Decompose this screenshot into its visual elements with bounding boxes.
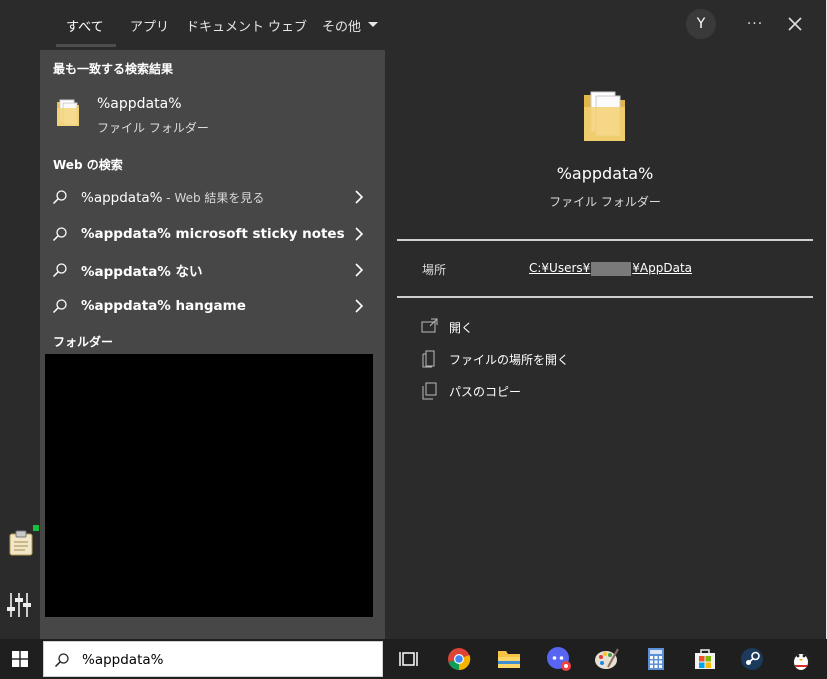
search-icon [52, 299, 67, 314]
web-item-query: %appdata% [81, 189, 163, 206]
chrome-icon[interactable] [444, 644, 474, 674]
open-icon [421, 318, 438, 333]
chevron-right-icon [355, 263, 364, 277]
taskbar-search-input[interactable]: %appdata% [43, 641, 383, 677]
search-icon [52, 263, 67, 278]
detail-title: %appdata% [556, 164, 654, 183]
search-icon [52, 227, 67, 242]
tab-documents[interactable]: ドキュメント [186, 0, 264, 50]
windows-icon [12, 651, 28, 667]
web-item-query: %appdata% ない [81, 264, 203, 280]
open-action[interactable]: 開く [421, 313, 801, 341]
location-label: 場所 [422, 263, 447, 277]
best-match-subtitle: ファイル フォルダー [97, 121, 209, 135]
copy-path-label: パスのコピー [449, 384, 522, 399]
detail-subtitle: ファイル フォルダー [549, 195, 661, 209]
divider [397, 239, 813, 241]
open-action-label: 開く [449, 320, 474, 335]
web-search-item[interactable]: %appdata% microsoft sticky notes [40, 216, 385, 252]
store-icon[interactable] [690, 644, 720, 674]
open-file-location-action[interactable]: ファイルの場所を開く [421, 345, 801, 373]
active-tab-indicator [56, 44, 116, 47]
web-search-heading: Web の検索 [53, 158, 123, 172]
best-match-title: %appdata% [97, 96, 182, 112]
search-icon [54, 653, 69, 668]
results-panel: 最も一致する検索結果 %appdata% ファイル フォルダー Web の検索 … [40, 50, 385, 639]
copy-path-icon [422, 382, 437, 400]
divider [397, 296, 813, 298]
web-search-item[interactable]: %appdata% ない [40, 252, 385, 288]
tab-apps[interactable]: アプリ [130, 0, 169, 50]
clipboard-icon[interactable] [6, 525, 39, 558]
discord-icon[interactable] [544, 644, 574, 674]
search-icon [52, 190, 67, 205]
chevron-right-icon [355, 227, 364, 241]
web-item-query: %appdata% hangame [81, 298, 246, 314]
tab-more-label: その他 [322, 19, 362, 35]
screen: すべて アプリ ドキュメント ウェブ その他 Y ··· 最も一致する検索結果 [0, 0, 827, 679]
avatar[interactable]: Y [686, 9, 716, 39]
close-button[interactable] [780, 9, 810, 39]
best-match-heading: 最も一致する検索結果 [53, 62, 174, 76]
folder-icon [57, 99, 79, 126]
web-search-item[interactable]: %appdata% hangame [40, 288, 385, 324]
best-match-item[interactable]: %appdata% ファイル フォルダー [40, 88, 385, 138]
location-link[interactable]: C:¥Users¥ ¥AppData [529, 261, 692, 276]
search-header: すべて アプリ ドキュメント ウェブ その他 Y ··· [40, 0, 826, 50]
chevron-down-icon [368, 22, 379, 27]
open-file-location-label: ファイルの場所を開く [449, 352, 570, 367]
penguin-app-icon[interactable] [786, 644, 816, 674]
redacted-username [591, 261, 632, 276]
more-options-button[interactable]: ··· [740, 9, 770, 39]
search-value: %appdata% [82, 652, 164, 668]
web-item-suffix: - Web 結果を見る [162, 190, 265, 205]
location-prefix: C:¥Users¥ [529, 261, 591, 275]
start-button[interactable] [4, 644, 36, 674]
detail-pane: %appdata% ファイル フォルダー 場所 C:¥Users¥ ¥AppDat… [397, 63, 813, 639]
chevron-right-icon [355, 190, 364, 204]
close-icon [788, 17, 802, 31]
mixer-icon[interactable] [6, 590, 36, 620]
task-view-icon[interactable] [394, 644, 424, 674]
file-explorer-icon[interactable] [494, 644, 524, 674]
calculator-icon[interactable] [641, 644, 671, 674]
web-search-item[interactable]: %appdata% - Web 結果を見る [40, 179, 385, 215]
steam-icon[interactable] [737, 644, 767, 674]
copy-path-action[interactable]: パスのコピー [421, 377, 801, 405]
chevron-right-icon [355, 299, 364, 313]
tab-all[interactable]: すべて [66, 0, 104, 50]
file-location-icon [422, 350, 435, 368]
redacted-folder-results [45, 354, 373, 617]
search-window: すべて アプリ ドキュメント ウェブ その他 Y ··· 最も一致する検索結果 [40, 0, 826, 639]
folders-heading: フォルダー [53, 335, 114, 349]
taskbar: %appdata% [0, 639, 827, 679]
tab-more[interactable]: その他 [322, 0, 379, 50]
paint-icon[interactable] [592, 644, 622, 674]
location-suffix: ¥AppData [632, 261, 693, 275]
tab-web[interactable]: ウェブ [268, 0, 307, 50]
web-item-query: %appdata% microsoft sticky notes [81, 226, 345, 242]
large-folder-icon [584, 91, 625, 141]
desktop-strip [0, 0, 40, 639]
